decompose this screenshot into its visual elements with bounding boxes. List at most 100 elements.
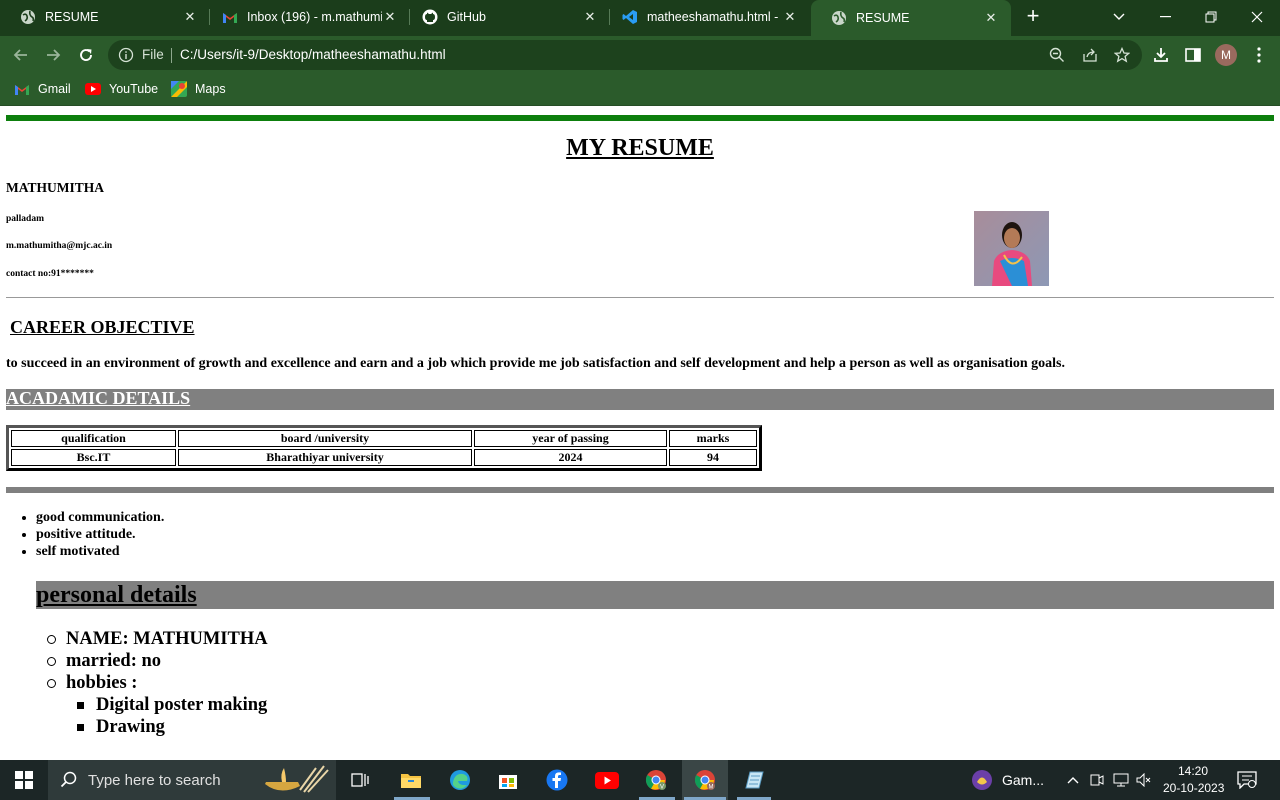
github-icon bbox=[422, 9, 438, 25]
url-text[interactable]: C:/Users/it-9/Desktop/matheeshamathu.htm… bbox=[180, 47, 446, 62]
career-objective-text: to succeed in an environment of growth a… bbox=[6, 356, 1065, 371]
search-placeholder: Type here to search bbox=[88, 772, 221, 789]
windows-start-icon[interactable] bbox=[0, 760, 48, 800]
circle-bullet bbox=[47, 679, 56, 688]
email-text: m.mathumitha@mjc.ac.in bbox=[6, 241, 113, 251]
new-tab-button[interactable]: + bbox=[1022, 5, 1044, 28]
meet-now-icon[interactable] bbox=[1088, 760, 1106, 800]
profile-photo bbox=[974, 211, 1049, 286]
facebook-icon[interactable] bbox=[538, 760, 576, 800]
maps-icon bbox=[171, 81, 187, 97]
clock-time[interactable]: 14:20 bbox=[1178, 764, 1208, 778]
taskbar-search[interactable]: Type here to search bbox=[48, 760, 336, 800]
section-rule bbox=[6, 487, 1274, 493]
bookmarks-bar: Gmail YouTube Maps bbox=[0, 74, 1280, 106]
notifications-icon[interactable] bbox=[1232, 760, 1262, 800]
clock-date[interactable]: 20-10-2023 bbox=[1163, 781, 1224, 795]
chrome-profile-icon[interactable]: M bbox=[682, 760, 728, 800]
candidate-name: MATHUMITHA bbox=[6, 180, 104, 195]
tab-github[interactable]: GitHub ✕ bbox=[410, 0, 610, 34]
notepad-icon[interactable] bbox=[735, 760, 773, 800]
restore-button[interactable] bbox=[1188, 0, 1234, 34]
table-header-row: qualification board /university year of … bbox=[11, 430, 757, 447]
academic-heading: ACADAMIC DETAILS bbox=[6, 388, 191, 408]
close-tab-icon[interactable]: ✕ bbox=[983, 10, 999, 26]
globe-icon bbox=[20, 9, 36, 25]
close-tab-icon[interactable]: ✕ bbox=[182, 9, 198, 25]
list-item: positive attitude. bbox=[36, 526, 164, 543]
location-text: palladam bbox=[6, 214, 45, 224]
edge-icon[interactable] bbox=[441, 760, 479, 800]
tab-strip: RESUME ✕ Inbox (196) - m.mathumi ✕ GitHu… bbox=[0, 0, 1280, 36]
game-label[interactable]: Gam... bbox=[1002, 772, 1044, 788]
search-icon bbox=[60, 771, 78, 794]
tab-search-icon[interactable] bbox=[1096, 0, 1142, 34]
tab-resume-active[interactable]: RESUME ✕ bbox=[811, 0, 1011, 36]
menu-icon[interactable] bbox=[1249, 45, 1269, 65]
table-cell: Bsc.IT bbox=[11, 449, 176, 466]
divider bbox=[171, 48, 172, 63]
browser-toolbar: File C:/Users/it-9/Desktop/matheeshamath… bbox=[0, 36, 1280, 74]
diya-lamp-icon bbox=[260, 764, 330, 800]
tab-vscode[interactable]: matheeshamathu.html - ' ✕ bbox=[610, 0, 810, 34]
file-explorer-icon[interactable] bbox=[392, 760, 430, 800]
close-tab-icon[interactable]: ✕ bbox=[782, 9, 798, 25]
address-bar[interactable]: File C:/Users/it-9/Desktop/matheeshamath… bbox=[108, 40, 1142, 70]
square-bullet bbox=[77, 702, 84, 709]
column-header: qualification bbox=[11, 430, 176, 447]
close-tab-icon[interactable]: ✕ bbox=[582, 9, 598, 25]
svg-text:M: M bbox=[709, 785, 714, 791]
hobby-item: Drawing bbox=[96, 717, 165, 737]
bookmark-gmail[interactable]: Gmail bbox=[14, 81, 71, 97]
top-rule bbox=[6, 115, 1274, 121]
task-view-icon[interactable] bbox=[343, 760, 377, 800]
star-icon[interactable] bbox=[1113, 46, 1131, 64]
personal-hobbies-label: hobbies : bbox=[66, 673, 138, 693]
network-icon[interactable] bbox=[1110, 760, 1132, 800]
info-icon[interactable] bbox=[118, 47, 134, 63]
personal-name: NAME: MATHUMITHA bbox=[66, 629, 268, 649]
contact-text: contact no:91******* bbox=[6, 269, 94, 279]
windows-taskbar: Type here to search V M Gam... 14:20 20-… bbox=[0, 760, 1280, 800]
chrome-icon[interactable]: V bbox=[637, 760, 675, 800]
list-item: good communication. bbox=[36, 509, 164, 526]
bookmark-youtube[interactable]: YouTube bbox=[85, 81, 158, 97]
bookmark-maps[interactable]: Maps bbox=[171, 81, 226, 97]
vscode-icon bbox=[622, 9, 638, 25]
back-arrow-icon[interactable] bbox=[10, 44, 32, 66]
academic-table: qualification board /university year of … bbox=[6, 425, 762, 471]
personal-married: married: no bbox=[66, 651, 162, 671]
share-icon[interactable] bbox=[1081, 46, 1099, 64]
side-panel-icon[interactable] bbox=[1183, 45, 1203, 65]
column-header: marks bbox=[669, 430, 757, 447]
list-item: self motivated bbox=[36, 543, 164, 560]
personal-details-heading: personal details bbox=[36, 581, 1274, 609]
close-window-button[interactable] bbox=[1234, 0, 1280, 34]
tab-gmail[interactable]: Inbox (196) - m.mathumi ✕ bbox=[210, 0, 410, 34]
table-cell: 2024 bbox=[474, 449, 667, 466]
gmail-icon bbox=[14, 81, 30, 97]
table-cell: Bharathiyar university bbox=[178, 449, 472, 466]
column-header: board /university bbox=[178, 430, 472, 447]
zoom-icon[interactable] bbox=[1048, 46, 1066, 64]
chevron-up-icon[interactable] bbox=[1063, 760, 1083, 800]
volume-muted-icon[interactable] bbox=[1134, 760, 1154, 800]
youtube-icon bbox=[85, 81, 101, 97]
forward-arrow-icon[interactable] bbox=[42, 44, 64, 66]
close-tab-icon[interactable]: ✕ bbox=[382, 9, 398, 25]
download-icon[interactable] bbox=[1151, 45, 1171, 65]
table-row: Bsc.IT Bharathiyar university 2024 94 bbox=[11, 449, 757, 466]
scheme-label: File bbox=[142, 47, 164, 62]
resume-page: MY RESUME MATHUMITHA palladam m.mathumit… bbox=[0, 107, 1280, 760]
square-bullet bbox=[77, 724, 84, 731]
youtube-icon[interactable] bbox=[588, 760, 626, 800]
circle-bullet bbox=[47, 635, 56, 644]
minimize-button[interactable] bbox=[1142, 0, 1188, 34]
game-icon[interactable] bbox=[966, 760, 998, 800]
tab-resume-1[interactable]: RESUME ✕ bbox=[0, 0, 210, 34]
career-objective-heading: CAREER OBJECTIVE bbox=[10, 317, 195, 337]
reload-icon[interactable] bbox=[75, 44, 97, 66]
gmail-icon bbox=[222, 9, 238, 25]
avatar[interactable]: M bbox=[1215, 44, 1237, 66]
store-icon[interactable] bbox=[489, 760, 527, 800]
